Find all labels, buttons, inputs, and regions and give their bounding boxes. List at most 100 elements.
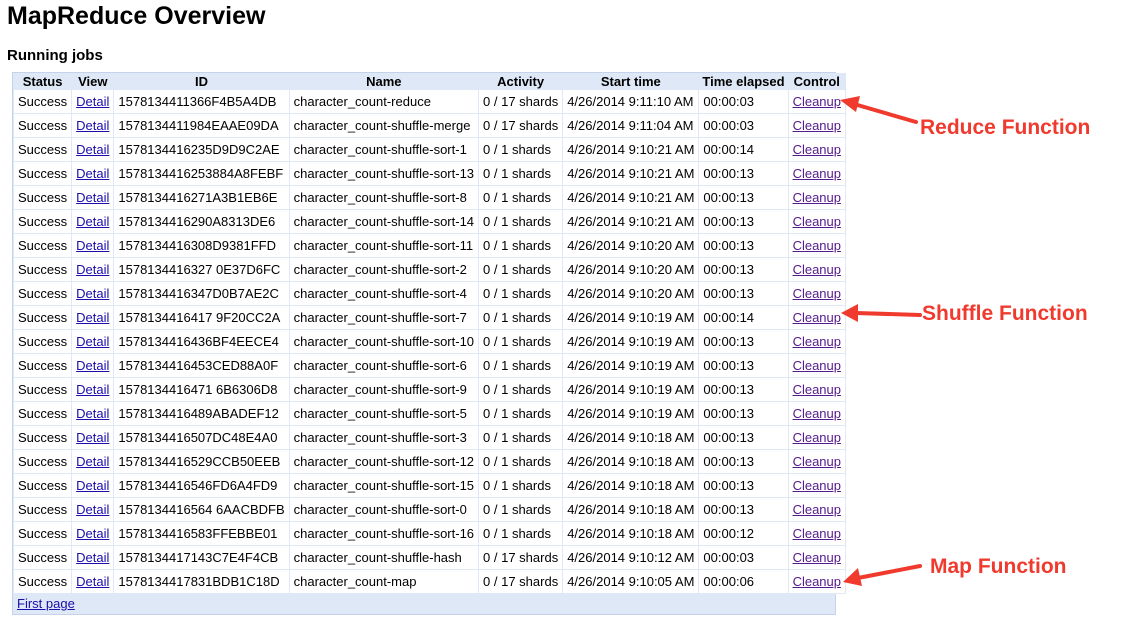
cleanup-link[interactable]: Cleanup	[793, 214, 841, 229]
cleanup-link[interactable]: Cleanup	[793, 454, 841, 469]
id-cell: 1578134416347D0B7AE2C	[114, 282, 289, 305]
cleanup-link[interactable]: Cleanup	[793, 238, 841, 253]
cleanup-link[interactable]: Cleanup	[793, 478, 841, 493]
start-time-cell: 4/26/2014 9:10:19 AM	[563, 378, 699, 401]
detail-link[interactable]: Detail	[76, 166, 109, 181]
header-name: Name	[289, 74, 479, 89]
name-cell: character_count-shuffle-sort-3	[289, 426, 479, 449]
detail-link[interactable]: Detail	[76, 550, 109, 565]
id-cell: 1578134416327 0E37D6FC	[114, 258, 289, 281]
status-cell: Success	[14, 402, 72, 425]
id-cell: 1578134416417 9F20CC2A	[114, 306, 289, 329]
detail-link[interactable]: Detail	[76, 358, 109, 373]
status-cell: Success	[14, 378, 72, 401]
activity-cell: 0 / 1 shards	[479, 450, 563, 473]
control-cell: Cleanup	[788, 570, 845, 593]
detail-link[interactable]: Detail	[76, 94, 109, 109]
table-row: Success Detail 1578134416253884A8FEBF chara…	[14, 162, 845, 185]
cleanup-link[interactable]: Cleanup	[793, 406, 841, 421]
time-elapsed-cell: 00:00:03	[699, 90, 788, 113]
header-activity: Activity	[479, 74, 563, 89]
activity-cell: 0 / 17 shards	[479, 114, 563, 137]
activity-cell: 0 / 1 shards	[479, 186, 563, 209]
cleanup-link[interactable]: Cleanup	[793, 166, 841, 181]
table-row: Success Detail 1578134417831BDB1C18D charac…	[14, 570, 845, 593]
table-row: Success Detail 1578134416489ABADEF12 charac…	[14, 402, 845, 425]
detail-link[interactable]: Detail	[76, 238, 109, 253]
name-cell: character_count-shuffle-sort-10	[289, 330, 479, 353]
control-cell: Cleanup	[788, 498, 845, 521]
name-cell: character_count-shuffle-sort-9	[289, 378, 479, 401]
cleanup-link[interactable]: Cleanup	[793, 94, 841, 109]
view-cell: Detail	[72, 114, 114, 137]
first-page-link[interactable]: First page	[17, 596, 75, 611]
control-cell: Cleanup	[788, 330, 845, 353]
detail-link[interactable]: Detail	[76, 406, 109, 421]
start-time-cell: 4/26/2014 9:10:05 AM	[563, 570, 699, 593]
detail-link[interactable]: Detail	[76, 118, 109, 133]
cleanup-link[interactable]: Cleanup	[793, 142, 841, 157]
name-cell: character_count-shuffle-sort-12	[289, 450, 479, 473]
control-cell: Cleanup	[788, 546, 845, 569]
cleanup-link[interactable]: Cleanup	[793, 382, 841, 397]
table-row: Success Detail 1578134416271A3B1EB6E charac…	[14, 186, 845, 209]
detail-link[interactable]: Detail	[76, 310, 109, 325]
table-row: Success Detail 1578134416308D9381FFD charac…	[14, 234, 845, 257]
control-cell: Cleanup	[788, 210, 845, 233]
status-cell: Success	[14, 210, 72, 233]
detail-link[interactable]: Detail	[76, 190, 109, 205]
detail-link[interactable]: Detail	[76, 502, 109, 517]
status-cell: Success	[14, 186, 72, 209]
id-cell: 1578134411366F4B5A4DB	[114, 90, 289, 113]
cleanup-link[interactable]: Cleanup	[793, 118, 841, 133]
detail-link[interactable]: Detail	[76, 430, 109, 445]
detail-link[interactable]: Detail	[76, 214, 109, 229]
cleanup-link[interactable]: Cleanup	[793, 310, 841, 325]
time-elapsed-cell: 00:00:14	[699, 306, 788, 329]
table-row: Success Detail 1578134417143C7E4F4CB charac…	[14, 546, 845, 569]
view-cell: Detail	[72, 354, 114, 377]
detail-link[interactable]: Detail	[76, 574, 109, 589]
id-cell: 1578134416453CED88A0F	[114, 354, 289, 377]
cleanup-link[interactable]: Cleanup	[793, 286, 841, 301]
cleanup-link[interactable]: Cleanup	[793, 550, 841, 565]
cleanup-link[interactable]: Cleanup	[793, 574, 841, 589]
start-time-cell: 4/26/2014 9:10:21 AM	[563, 162, 699, 185]
cleanup-link[interactable]: Cleanup	[793, 262, 841, 277]
cleanup-link[interactable]: Cleanup	[793, 190, 841, 205]
map-function-label: Map Function	[930, 555, 1067, 578]
cleanup-link[interactable]: Cleanup	[793, 526, 841, 541]
header-status: Status	[14, 74, 72, 89]
cleanup-link[interactable]: Cleanup	[793, 358, 841, 373]
cleanup-link[interactable]: Cleanup	[793, 334, 841, 349]
id-cell: 1578134416529CCB50EEB	[114, 450, 289, 473]
header-start-time: Start time	[563, 74, 699, 89]
time-elapsed-cell: 00:00:12	[699, 522, 788, 545]
name-cell: character_count-shuffle-sort-1	[289, 138, 479, 161]
detail-link[interactable]: Detail	[76, 526, 109, 541]
table-row: Success Detail 1578134416453CED88A0F charac…	[14, 354, 845, 377]
shuffle-arrow-icon	[841, 304, 922, 322]
name-cell: character_count-shuffle-merge	[289, 114, 479, 137]
detail-link[interactable]: Detail	[76, 334, 109, 349]
detail-link[interactable]: Detail	[76, 142, 109, 157]
name-cell: character_count-shuffle-sort-13	[289, 162, 479, 185]
id-cell: 1578134411984EAAE09DA	[114, 114, 289, 137]
control-cell: Cleanup	[788, 474, 845, 497]
detail-link[interactable]: Detail	[76, 382, 109, 397]
cleanup-link[interactable]: Cleanup	[793, 502, 841, 517]
table-row: Success Detail 1578134416507DC48E4A0 charac…	[14, 426, 845, 449]
detail-link[interactable]: Detail	[76, 262, 109, 277]
time-elapsed-cell: 00:00:13	[699, 378, 788, 401]
name-cell: character_count-shuffle-sort-5	[289, 402, 479, 425]
detail-link[interactable]: Detail	[76, 454, 109, 469]
id-cell: 1578134416564 6AACBDFB	[114, 498, 289, 521]
view-cell: Detail	[72, 426, 114, 449]
detail-link[interactable]: Detail	[76, 478, 109, 493]
control-cell: Cleanup	[788, 138, 845, 161]
detail-link[interactable]: Detail	[76, 286, 109, 301]
reduce-function-label: Reduce Function	[920, 116, 1091, 139]
cleanup-link[interactable]: Cleanup	[793, 430, 841, 445]
time-elapsed-cell: 00:00:13	[699, 354, 788, 377]
start-time-cell: 4/26/2014 9:10:12 AM	[563, 546, 699, 569]
